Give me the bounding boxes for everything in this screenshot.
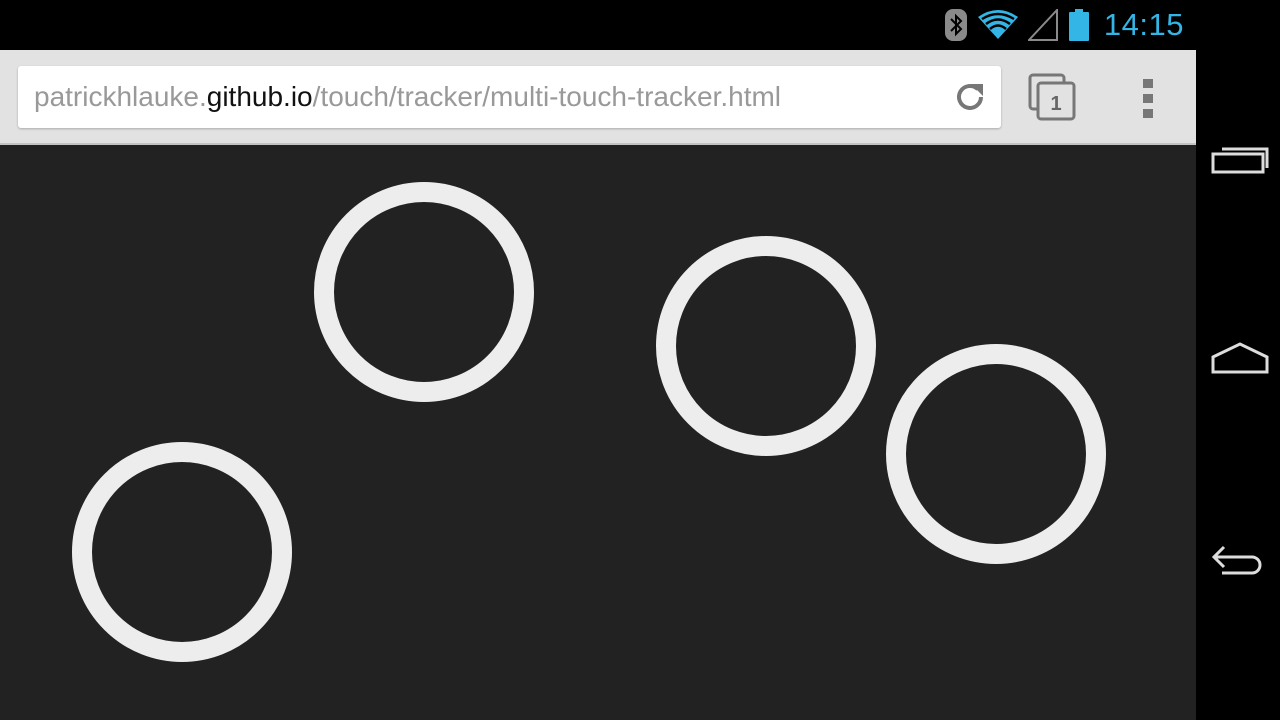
tabs-icon[interactable]: 1 — [1028, 73, 1076, 121]
url-bar[interactable]: patrickhlauke.github.io/touch/tracker/mu… — [18, 66, 1001, 128]
url-host: github.io — [206, 81, 313, 112]
url-prefix: patrickhlauke. — [34, 81, 207, 112]
touch-point — [656, 236, 876, 456]
touch-point — [314, 182, 534, 402]
home-icon[interactable] — [1210, 338, 1270, 378]
touch-point — [72, 442, 292, 662]
status-bar: 14:15 — [0, 0, 1196, 50]
back-icon[interactable] — [1210, 538, 1270, 578]
status-clock: 14:15 — [1103, 7, 1184, 42]
overflow-menu-icon[interactable] — [1136, 76, 1160, 120]
touch-tracker-canvas[interactable] — [0, 145, 1196, 720]
reload-icon[interactable] — [953, 80, 987, 114]
recent-apps-icon[interactable] — [1210, 140, 1270, 180]
bluetooth-icon — [944, 9, 967, 41]
tab-count: 1 — [1050, 93, 1061, 115]
browser-toolbar: patrickhlauke.github.io/touch/tracker/mu… — [0, 50, 1196, 145]
wifi-icon — [977, 10, 1018, 39]
cell-signal-icon — [1027, 9, 1058, 41]
battery-icon — [1068, 9, 1089, 41]
url-path: /touch/tracker/multi-touch-tracker.html — [312, 81, 782, 112]
navigation-bar — [1196, 0, 1280, 720]
touch-point — [886, 344, 1106, 564]
url-text[interactable]: patrickhlauke.github.io/touch/tracker/mu… — [34, 66, 781, 128]
status-icons: 14:15 — [944, 0, 1184, 50]
